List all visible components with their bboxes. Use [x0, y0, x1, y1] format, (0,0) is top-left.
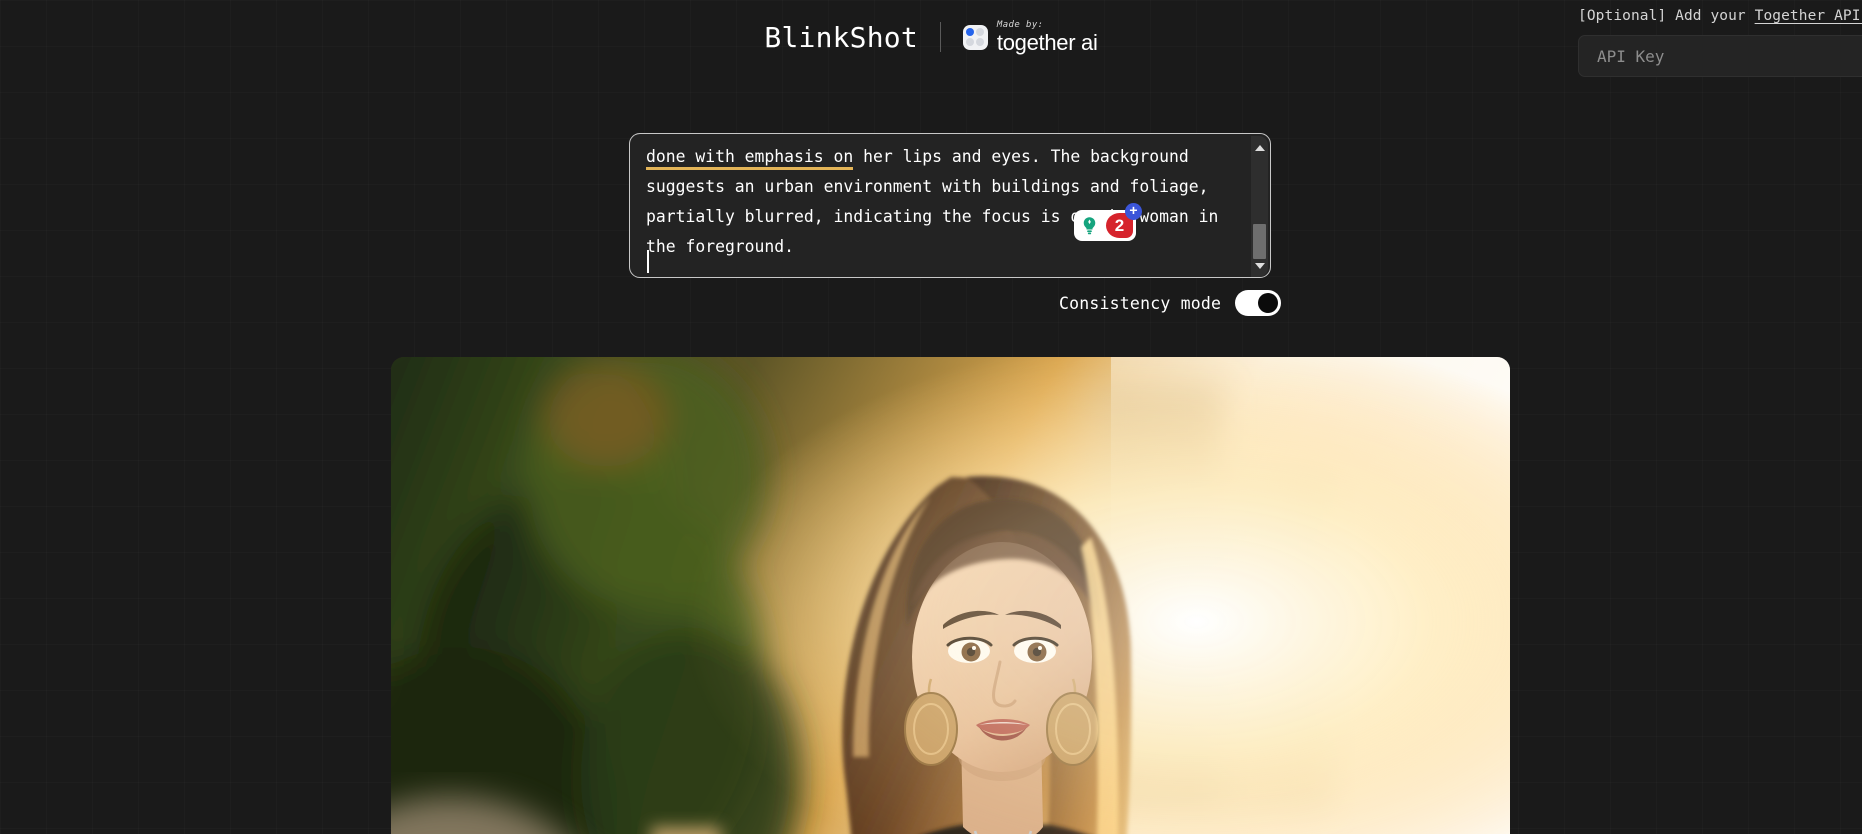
- writing-assistant-badge[interactable]: 2 +: [1074, 203, 1142, 241]
- together-squares-icon: [962, 24, 988, 50]
- consistency-mode-label: Consistency mode: [1059, 293, 1222, 313]
- text-caret: [647, 250, 649, 273]
- prompt-scrollbar[interactable]: [1251, 136, 1268, 277]
- made-by-label: Made by:: [996, 19, 1044, 30]
- brand-divider: [939, 22, 941, 52]
- scrollbar-thumb[interactable]: [1253, 224, 1266, 259]
- generated-image[interactable]: [391, 357, 1510, 834]
- blinkshot-app: BlinkShot Made by: together ai [Optional…: [0, 0, 1862, 834]
- generated-image-canvas: [391, 357, 1510, 834]
- api-key-label-prefix: [Optional] Add your: [1578, 8, 1755, 24]
- consistency-mode-row: Consistency mode: [1059, 290, 1282, 316]
- plus-icon[interactable]: +: [1125, 203, 1142, 220]
- page-title: BlinkShot: [764, 20, 918, 54]
- brand-lockup: BlinkShot Made by: together ai: [764, 19, 1098, 55]
- triangle-up-icon[interactable]: [1251, 139, 1268, 156]
- prompt-textarea[interactable]: done with emphasis on her lips and eyes.…: [629, 133, 1271, 278]
- together-brand-name: together ai: [996, 29, 1098, 55]
- api-key-label-link[interactable]: Together API Ke: [1755, 8, 1862, 24]
- together-text-block: Made by: together ai: [996, 19, 1098, 55]
- lightbulb-idea-icon: [1077, 213, 1102, 238]
- prompt-highlighted-fragment: done with emphasis on: [646, 147, 854, 170]
- together-ai-link[interactable]: Made by: together ai: [962, 19, 1098, 55]
- api-key-section: [Optional] Add your Together API Ke: [1578, 8, 1862, 77]
- api-key-input[interactable]: [1578, 35, 1862, 77]
- consistency-mode-toggle[interactable]: [1235, 290, 1282, 316]
- triangle-down-icon[interactable]: [1251, 257, 1268, 274]
- api-key-label: [Optional] Add your Together API Ke: [1578, 8, 1862, 24]
- toggle-knob: [1258, 293, 1279, 313]
